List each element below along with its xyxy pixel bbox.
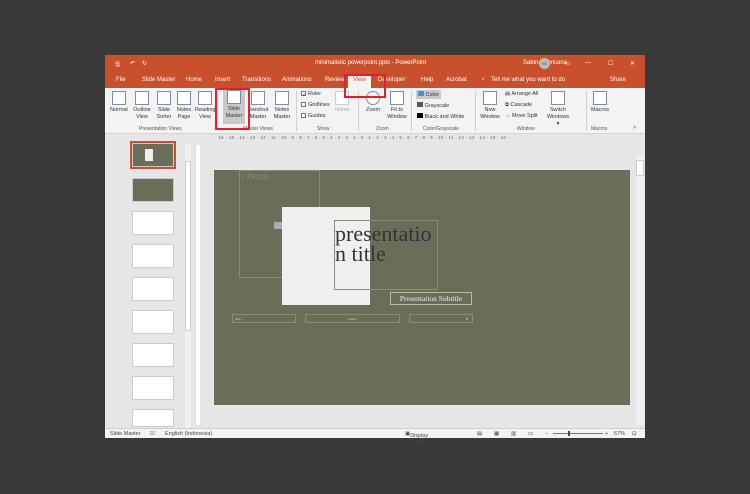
group-label: Zoom bbox=[376, 126, 389, 132]
switch-windows-button[interactable]: Switch Windows ▾ bbox=[545, 91, 571, 128]
group-label: Show bbox=[317, 126, 330, 132]
guides-checkbox[interactable]: Guides bbox=[301, 113, 325, 119]
subtitle-placeholder[interactable]: Presentation Subtitle bbox=[390, 292, 472, 305]
outline-view-icon bbox=[135, 91, 149, 105]
footer-placeholder[interactable]: Footer bbox=[305, 314, 400, 323]
display-settings-button[interactable]: ▣ Display Settings bbox=[405, 431, 430, 445]
close-icon[interactable]: ✕ bbox=[630, 60, 635, 67]
slide-sorter-icon bbox=[157, 91, 171, 105]
collapse-ribbon-icon[interactable]: ˄ bbox=[633, 125, 636, 131]
tab-insert[interactable]: Insert bbox=[215, 77, 230, 83]
lightbulb-icon: ♀ bbox=[481, 77, 486, 83]
notes-master-button[interactable]: Notes Master bbox=[271, 91, 293, 121]
fit-window-icon bbox=[390, 91, 404, 105]
slide-scrollbar[interactable] bbox=[636, 155, 644, 425]
zoom-slider-thumb[interactable] bbox=[568, 431, 570, 436]
normal-view-icon bbox=[111, 91, 126, 105]
horizontal-ruler: · 16 · 15 · 14 · 13 · 12 · 11 · 10 · 9 ·… bbox=[215, 135, 510, 140]
tab-transitions[interactable]: Transitions bbox=[242, 77, 271, 83]
tab-acrobat[interactable]: Acrobat bbox=[446, 77, 467, 83]
picture-icon bbox=[274, 222, 282, 229]
accessibility-icon[interactable]: ☑ bbox=[150, 431, 155, 437]
normal-view-icon[interactable]: ▤ bbox=[477, 431, 482, 437]
slide-thumbnail[interactable] bbox=[132, 343, 174, 367]
group-label: Color/Grayscale bbox=[423, 126, 459, 132]
slide-number-placeholder[interactable]: # bbox=[409, 314, 473, 323]
group-label: Macros bbox=[591, 126, 608, 132]
save-icon[interactable]: 🖫 bbox=[115, 60, 120, 70]
move-split-button[interactable]: ⇔ Move Split bbox=[505, 113, 538, 119]
date-placeholder[interactable]: date bbox=[232, 314, 296, 323]
group-label: Presentation Views bbox=[139, 126, 182, 132]
slide-thumbnail[interactable] bbox=[132, 409, 174, 427]
macros-icon bbox=[593, 91, 607, 105]
slide-thumbnail[interactable] bbox=[132, 178, 174, 202]
ruler-checkbox[interactable]: ✓Ruler bbox=[301, 91, 321, 98]
slide-thumbnail[interactable] bbox=[130, 141, 176, 169]
cascade-button[interactable]: ⧉ Cascade bbox=[505, 102, 532, 109]
macros-button[interactable]: Macros bbox=[589, 91, 611, 114]
zoom-out-button[interactable]: − bbox=[545, 431, 548, 437]
tell-me-search[interactable]: Tell me what you want to do bbox=[491, 77, 565, 83]
minimize-icon[interactable]: — bbox=[585, 60, 591, 66]
slide-sorter-icon[interactable]: ▦ bbox=[494, 431, 499, 437]
black-and-white-button[interactable]: Black and White bbox=[417, 113, 464, 120]
slide-thumbnail[interactable] bbox=[132, 244, 174, 268]
status-mode: Slide Master bbox=[110, 431, 141, 437]
reading-view-icon bbox=[198, 91, 212, 105]
outline-view-button[interactable]: Outline View bbox=[132, 91, 152, 121]
ribbon-display-icon[interactable]: ▭ bbox=[565, 60, 571, 67]
slide-thumbnail[interactable] bbox=[132, 211, 174, 235]
handout-master-button[interactable]: Handout Master bbox=[247, 91, 269, 121]
slideshow-icon[interactable]: ▭ bbox=[528, 431, 533, 437]
handout-master-icon bbox=[251, 91, 265, 105]
notes-master-icon bbox=[275, 91, 289, 105]
zoom-level[interactable]: 67% bbox=[614, 431, 625, 437]
new-window-button[interactable]: New Window bbox=[479, 91, 501, 121]
notes-page-icon bbox=[177, 91, 191, 105]
tab-slide-master[interactable]: Slide Master bbox=[142, 77, 175, 83]
tab-animations[interactable]: Animations bbox=[282, 77, 312, 83]
reading-view-button[interactable]: Reading View bbox=[195, 91, 216, 121]
share-button[interactable]: Share bbox=[610, 77, 626, 83]
new-window-icon bbox=[483, 91, 497, 105]
slide-thumbnails-panel bbox=[105, 141, 193, 428]
slide-sorter-button[interactable]: Slide Sorter bbox=[155, 91, 173, 121]
grayscale-button[interactable]: Grayscale bbox=[417, 102, 449, 109]
zoom-in-button[interactable]: + bbox=[605, 431, 608, 437]
powerpoint-window: 🖫 ↶ ↻ minimalistic powerpoint.pptx - Pow… bbox=[105, 55, 645, 445]
undo-icon[interactable]: ↶ bbox=[130, 60, 135, 67]
slide-thumbnail[interactable] bbox=[132, 277, 174, 301]
notes-page-button[interactable]: Notes Page bbox=[175, 91, 193, 121]
color-button[interactable]: Color bbox=[416, 90, 441, 99]
language-status[interactable]: English (Indonesia) bbox=[165, 431, 212, 437]
thumbnail-scrollbar[interactable] bbox=[185, 143, 191, 428]
tab-home[interactable]: Home bbox=[186, 77, 202, 83]
vertical-ruler bbox=[195, 145, 200, 425]
status-bar: Slide Master ☑ English (Indonesia) ▣ Dis… bbox=[105, 428, 645, 445]
zoom-slider[interactable] bbox=[553, 433, 603, 434]
slide-thumbnail[interactable] bbox=[132, 376, 174, 400]
window-title: minimalistic powerpoint.pptx - PowerPoin… bbox=[315, 60, 427, 66]
avatar[interactable]: SK bbox=[539, 58, 550, 69]
highlight-slide-master bbox=[215, 88, 250, 130]
maximize-icon[interactable]: ☐ bbox=[608, 60, 613, 67]
slide-thumbnail[interactable] bbox=[132, 310, 174, 334]
fit-to-window-button[interactable]: Fit to Window bbox=[385, 91, 409, 121]
highlight-view-tab bbox=[344, 74, 386, 98]
title-placeholder[interactable]: presentation title bbox=[334, 220, 438, 290]
gridlines-checkbox[interactable]: Gridlines bbox=[301, 102, 330, 108]
reading-view-icon[interactable]: ▥ bbox=[511, 431, 516, 437]
slide-canvas[interactable]: • Picture presentation title Presentatio… bbox=[214, 170, 630, 405]
switch-windows-icon bbox=[551, 91, 565, 105]
tab-review[interactable]: Review bbox=[325, 77, 345, 83]
title-bar: 🖫 ↶ ↻ minimalistic powerpoint.pptx - Pow… bbox=[105, 55, 645, 72]
arrange-all-button[interactable]: ▤ Arrange All bbox=[505, 91, 538, 97]
redo-icon[interactable]: ↻ bbox=[142, 60, 147, 67]
tab-help[interactable]: Help bbox=[421, 77, 433, 83]
group-label: Window bbox=[517, 126, 535, 132]
tab-file[interactable]: File bbox=[116, 77, 126, 83]
fit-slide-icon[interactable]: ⊡ bbox=[632, 431, 637, 437]
normal-view-button[interactable]: Normal bbox=[110, 91, 128, 114]
